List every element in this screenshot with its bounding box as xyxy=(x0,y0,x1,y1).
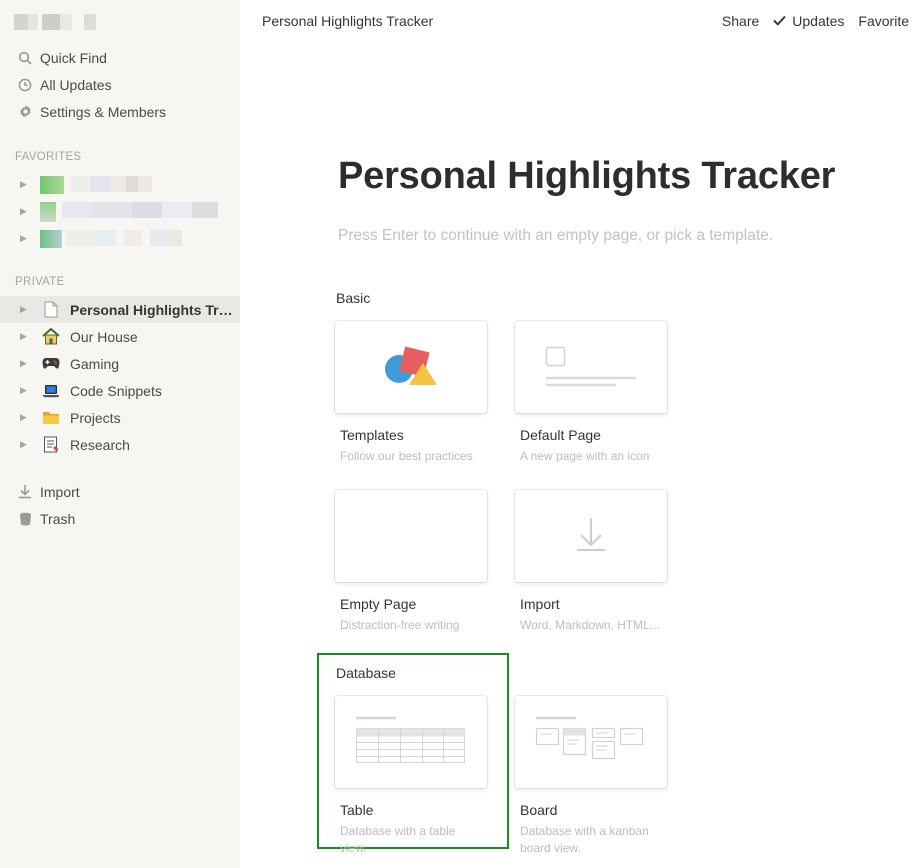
favorite-item[interactable]: ▶ xyxy=(0,171,240,198)
empty-page-card[interactable]: Empty Page Distraction-free writing xyxy=(335,490,487,634)
top-actions: Share Updates Favorite xyxy=(722,13,909,29)
sidebar-item-label: Research xyxy=(70,436,130,453)
page-icon xyxy=(40,301,62,319)
folder-icon xyxy=(40,409,62,427)
import-label: Import xyxy=(40,483,80,500)
laptop-icon xyxy=(40,382,62,400)
search-icon xyxy=(12,51,38,65)
expand-triangle-icon[interactable]: ▶ xyxy=(20,179,30,190)
sidebar-item-code-snippets[interactable]: ▶ Code Snippets xyxy=(0,377,240,404)
workspace-switcher[interactable] xyxy=(14,10,96,34)
card-title: Empty Page xyxy=(340,596,417,612)
sidebar-item-label: Personal Highlights Trac... xyxy=(70,301,236,318)
page-with-icon-preview xyxy=(545,346,636,387)
empty-page-preview xyxy=(335,490,487,582)
expand-triangle-icon[interactable]: ▶ xyxy=(20,304,30,315)
sidebar-item-projects[interactable]: ▶ Projects xyxy=(0,404,240,431)
expand-triangle-icon[interactable]: ▶ xyxy=(20,385,30,396)
trash-button[interactable]: Trash xyxy=(0,505,240,532)
import-preview xyxy=(515,490,667,582)
templates-card[interactable]: Templates Follow our best practices xyxy=(335,321,487,465)
gamepad-icon xyxy=(40,355,62,373)
trash-label: Trash xyxy=(40,510,76,527)
import-card[interactable]: Import Word, Markdown, HTML... xyxy=(515,490,667,634)
table-grid-icon xyxy=(356,716,465,763)
table-preview xyxy=(335,696,487,788)
redacted-page-name xyxy=(40,201,218,222)
card-title: Default Page xyxy=(520,427,601,443)
settings-members-button[interactable]: Settings & Members xyxy=(0,98,240,125)
database-section-label: Database xyxy=(336,665,396,681)
card-description: Follow our best practices xyxy=(340,449,473,463)
card-description: Database with a kanban board view. xyxy=(520,824,649,855)
empty-page-prompt: Press Enter to continue with an empty pa… xyxy=(338,227,774,244)
expand-triangle-icon[interactable]: ▶ xyxy=(20,233,30,244)
sidebar-item-label: Gaming xyxy=(70,355,120,372)
expand-triangle-icon[interactable]: ▶ xyxy=(20,331,30,342)
expand-triangle-icon[interactable]: ▶ xyxy=(20,412,30,423)
favorite-item[interactable]: ▶ xyxy=(0,225,240,252)
favorite-item[interactable]: ▶ xyxy=(0,198,240,225)
clock-icon xyxy=(12,78,38,92)
sidebar-item-research[interactable]: ▶ Research xyxy=(0,431,240,458)
sidebar-item-gaming[interactable]: ▶ Gaming xyxy=(0,350,240,377)
board-card[interactable]: Board Database with a kanban board view. xyxy=(515,696,667,857)
shapes-icon xyxy=(385,346,437,385)
card-title: Templates xyxy=(340,427,404,443)
private-section-label: PRIVATE xyxy=(15,276,65,288)
favorites-section-label: FAVORITES xyxy=(15,151,82,163)
basic-section-label: Basic xyxy=(336,290,371,306)
expand-triangle-icon[interactable]: ▶ xyxy=(20,358,30,369)
sidebar: Quick Find All Updates Settings & Member… xyxy=(0,0,240,868)
card-description: Database with a table view. xyxy=(340,824,456,855)
settings-members-label: Settings & Members xyxy=(40,103,167,120)
page-title[interactable]: Personal Highlights Tracker xyxy=(338,155,835,198)
expand-triangle-icon[interactable]: ▶ xyxy=(20,206,30,217)
gear-icon xyxy=(12,104,38,119)
table-card[interactable]: Table Database with a table view. xyxy=(335,696,487,857)
card-title: Import xyxy=(520,596,560,612)
sidebar-item-label: Code Snippets xyxy=(70,382,162,399)
all-updates-button[interactable]: All Updates xyxy=(0,71,240,98)
check-icon xyxy=(773,13,787,29)
sidebar-item-label: Our House xyxy=(70,328,138,345)
all-updates-label: All Updates xyxy=(40,76,112,93)
card-title: Board xyxy=(520,802,558,818)
card-description: Word, Markdown, HTML... xyxy=(520,618,660,632)
expand-triangle-icon[interactable]: ▶ xyxy=(20,439,30,450)
card-description: Distraction-free writing xyxy=(340,618,460,632)
import-icon xyxy=(12,484,38,499)
import-button[interactable]: Import xyxy=(0,478,240,505)
default-page-card[interactable]: Default Page A new page with an icon xyxy=(515,321,667,465)
card-description: A new page with an icon xyxy=(520,449,650,463)
house-icon xyxy=(40,328,62,346)
document-icon xyxy=(40,436,62,454)
quick-find-button[interactable]: Quick Find xyxy=(0,44,240,71)
trash-icon xyxy=(12,512,38,526)
updates-label: Updates xyxy=(792,13,845,29)
favorite-button[interactable]: Favorite xyxy=(858,13,909,29)
sidebar-item-label: Projects xyxy=(70,409,121,426)
templates-preview xyxy=(335,321,487,413)
kanban-board-icon xyxy=(535,716,644,760)
board-preview xyxy=(515,696,667,788)
share-button[interactable]: Share xyxy=(722,13,759,29)
sidebar-item-our-house[interactable]: ▶ Our House xyxy=(0,323,240,350)
download-icon xyxy=(577,518,605,551)
quick-find-label: Quick Find xyxy=(40,49,107,66)
sidebar-item-personal-highlights[interactable]: ▶ Personal Highlights Trac... xyxy=(0,296,240,323)
breadcrumb[interactable]: Personal Highlights Tracker xyxy=(262,13,433,29)
redacted-page-name xyxy=(40,175,152,194)
card-title: Table xyxy=(340,802,374,818)
default-page-preview xyxy=(515,321,667,413)
updates-button[interactable]: Updates xyxy=(773,13,844,29)
redacted-page-name xyxy=(40,229,182,248)
